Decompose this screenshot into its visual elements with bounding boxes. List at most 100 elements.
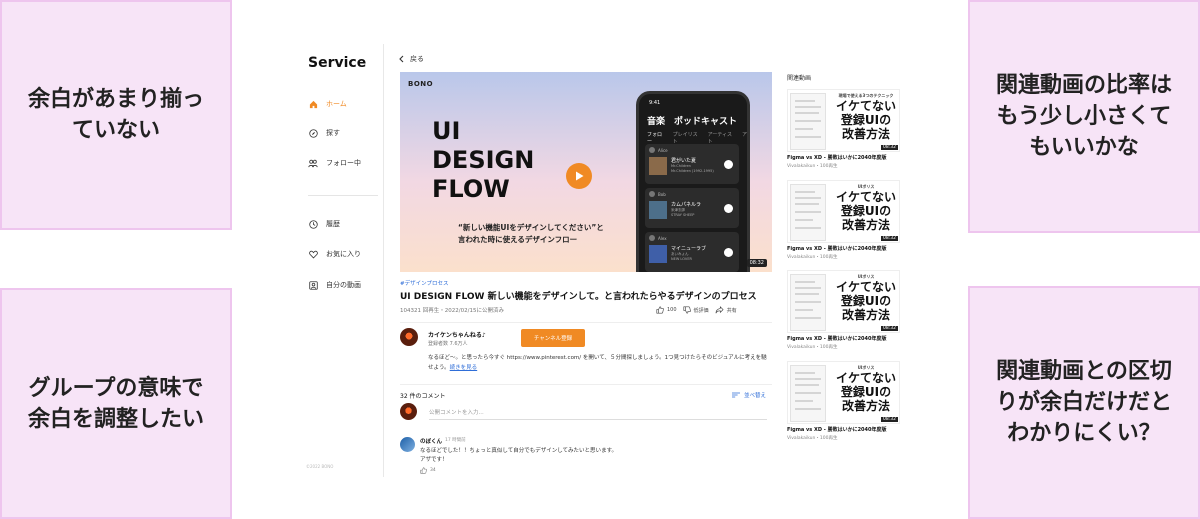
avatar <box>649 191 655 197</box>
song-title: カムパネルラ <box>671 202 702 208</box>
annotation-note-grouping: グループの意味で 余白を調整したい <box>0 288 232 519</box>
screenshot-thumb <box>790 274 826 331</box>
related-duration: 08:32 <box>881 326 898 331</box>
sidebar-item-history[interactable]: 履歴 <box>308 217 340 231</box>
play-icon <box>724 204 733 213</box>
share-button[interactable]: 共有 <box>715 306 737 314</box>
comment-time: 17 時間前 <box>445 438 466 443</box>
comment-input[interactable] <box>429 406 767 420</box>
people-icon <box>308 158 318 168</box>
like-button[interactable]: 100 <box>656 306 677 314</box>
channel-avatar[interactable] <box>400 328 418 346</box>
channel-name[interactable]: カイケンちゃんねる♪ <box>428 330 486 339</box>
play-button[interactable] <box>566 163 592 189</box>
related-thumbnail: UIボリス イケてない 登録UIの 改善方法 08:32 <box>787 180 900 243</box>
album-thumb <box>649 245 667 263</box>
related-title: Figma vs XD - 勝敗はいかに2040年度版 <box>787 246 887 252</box>
sidebar-item-label: ホーム <box>326 100 347 108</box>
video-subcopy: “新しい機能UIをデザインしてください”と 言われた時に使えるデザインフロー <box>458 223 604 244</box>
show-more-link[interactable]: 続きを見る <box>450 365 478 371</box>
current-user-avatar <box>400 403 417 420</box>
video-headline: UI DESIGN FLOW <box>432 117 535 203</box>
related-thumbnail: 現場で使える3つのテクニック イケてない 登録UIの 改善方法 08:32 <box>787 89 900 152</box>
user-square-icon <box>308 280 318 290</box>
album-thumb <box>649 157 667 175</box>
related-video-item[interactable]: UIボリス イケてない 登録UIの 改善方法 08:32 Figma vs XD … <box>787 361 900 441</box>
comment-text: なるほどでした！！ちょっと真似して自分でもデザインしてみたいと思います。 アザで… <box>420 448 618 463</box>
song-artist: 米津玄師 STRAY SHEEP <box>671 208 695 217</box>
service-logo[interactable]: Service <box>308 55 366 71</box>
phone-tabs: フォロー プレイリスト アーティスト ア <box>647 131 747 145</box>
avatar <box>649 147 655 153</box>
screenshot-thumb <box>790 365 826 422</box>
thumbnail-text: UIボリス イケてない 登録UIの 改善方法 <box>835 274 896 322</box>
related-duration: 08:32 <box>881 145 898 150</box>
sidebar-item-following[interactable]: フォロー中 <box>308 156 361 170</box>
related-heading: 関連動画 <box>787 75 812 82</box>
phone-card: Bob カムパネルラ 米津玄師 STRAY SHEEP <box>645 188 739 228</box>
video-duration: 08:32 <box>746 259 767 267</box>
song-artist: あいみょん NEW LOVER <box>671 252 692 261</box>
brand-logo: BONO <box>408 80 434 88</box>
related-meta: Vivalakaikun・100再生 <box>787 436 838 441</box>
thumbnail-text: UIボリス イケてない 登録UIの 改善方法 <box>835 184 896 232</box>
related-videos: 関連動画 現場で使える3つのテクニック イケてない 登録UIの 改善方法 08:3… <box>787 73 902 441</box>
sidebar-item-label: 履歴 <box>326 220 340 228</box>
chevron-left-icon <box>399 55 404 63</box>
share-icon <box>715 306 724 314</box>
sort-icon <box>732 392 740 398</box>
song-title: マイニューラブ <box>671 246 707 252</box>
album-thumb <box>649 201 667 219</box>
phone-card-user: Bob <box>649 191 666 197</box>
channel-subscribers: 登録者数 7.6万人 <box>428 341 468 347</box>
sidebar-item-home[interactable]: ホーム <box>308 97 347 111</box>
play-icon <box>724 248 733 257</box>
phone-time: 9:41 <box>649 100 661 106</box>
sidebar-item-label: 自分の動画 <box>326 281 361 289</box>
related-thumbnail: UIボリス イケてない 登録UIの 改善方法 08:32 <box>787 270 900 333</box>
phone-tab: ア <box>741 132 747 138</box>
related-video-item[interactable]: UIボリス イケてない 登録UIの 改善方法 08:32 Figma vs XD … <box>787 270 900 350</box>
clock-icon <box>308 219 318 229</box>
video-player[interactable]: BONO UI DESIGN FLOW “新しい機能UIをデザインしてください”… <box>400 72 772 272</box>
phone-card-user: Alex <box>649 235 667 241</box>
comment-count: 32 件のコメント <box>400 393 446 400</box>
phone-card: Alex マイニューラブ あいみょん NEW LOVER <box>645 232 739 272</box>
annotation-note-spacing: 余白があまり揃っ ていない <box>0 0 232 230</box>
video-tag[interactable]: #デザインプロセス <box>400 279 448 287</box>
sidebar-item-favorites[interactable]: お気に入り <box>308 247 361 261</box>
screenshot-thumb <box>790 184 826 241</box>
play-icon <box>724 160 733 169</box>
video-actions: 100 低評価 共有 <box>656 306 737 314</box>
subscribe-button[interactable]: チャンネル登録 <box>521 329 585 347</box>
commenter-name[interactable]: のぼくん <box>420 437 442 445</box>
phone-tab: フォロー <box>647 132 663 145</box>
heart-icon <box>308 249 318 259</box>
thumbs-up-icon <box>420 467 427 474</box>
phone-card-user: Alice <box>649 147 668 153</box>
sidebar-item-explore[interactable]: 探す <box>308 126 340 140</box>
phone-tab: プレイリスト <box>672 132 698 145</box>
sort-button[interactable]: 並べ替え <box>732 391 766 399</box>
annotation-note-related-divider: 関連動画との区切 りが余白だけだと わかりにくい？ <box>968 286 1200 519</box>
song-title: 君がいた夏 <box>671 158 697 164</box>
screenshot-thumb <box>790 93 826 150</box>
app-window: Service ホーム 探す フォロー中 履歴 お気に入り 自分の動画 ©202… <box>300 44 780 477</box>
related-video-item[interactable]: UIボリス イケてない 登録UIの 改善方法 08:32 Figma vs XD … <box>787 180 900 260</box>
annotation-note-related-ratio: 関連動画の比率は もう少し小さくて もいいかな <box>968 0 1200 233</box>
video-description: なるほど〜。と思ったら今すぐ https://www.pinterest.com… <box>428 355 767 371</box>
related-title: Figma vs XD - 勝敗はいかに2040年度版 <box>787 427 887 433</box>
sidebar-item-my-videos[interactable]: 自分の動画 <box>308 278 361 292</box>
video-meta: 104321 回再生・2022/02/15に公開済み <box>400 308 504 314</box>
related-video-item[interactable]: 現場で使える3つのテクニック イケてない 登録UIの 改善方法 08:32 Fig… <box>787 89 900 169</box>
related-meta: Vivalakaikun・100再生 <box>787 345 838 350</box>
back-link[interactable]: 戻る <box>399 54 424 64</box>
comment-like-button[interactable]: 34 <box>420 467 436 474</box>
sidebar-item-label: フォロー中 <box>326 159 361 167</box>
dislike-button[interactable]: 低評価 <box>683 306 709 314</box>
phone-card: Alice 君がいた夏 Mr.Children Mr.Children (199… <box>645 144 739 184</box>
phone-tab: アーティスト <box>707 132 732 145</box>
sidebar: Service ホーム 探す フォロー中 履歴 お気に入り 自分の動画 ©202… <box>300 44 384 477</box>
sidebar-item-label: 探す <box>326 129 340 137</box>
commenter-avatar[interactable] <box>400 437 415 452</box>
